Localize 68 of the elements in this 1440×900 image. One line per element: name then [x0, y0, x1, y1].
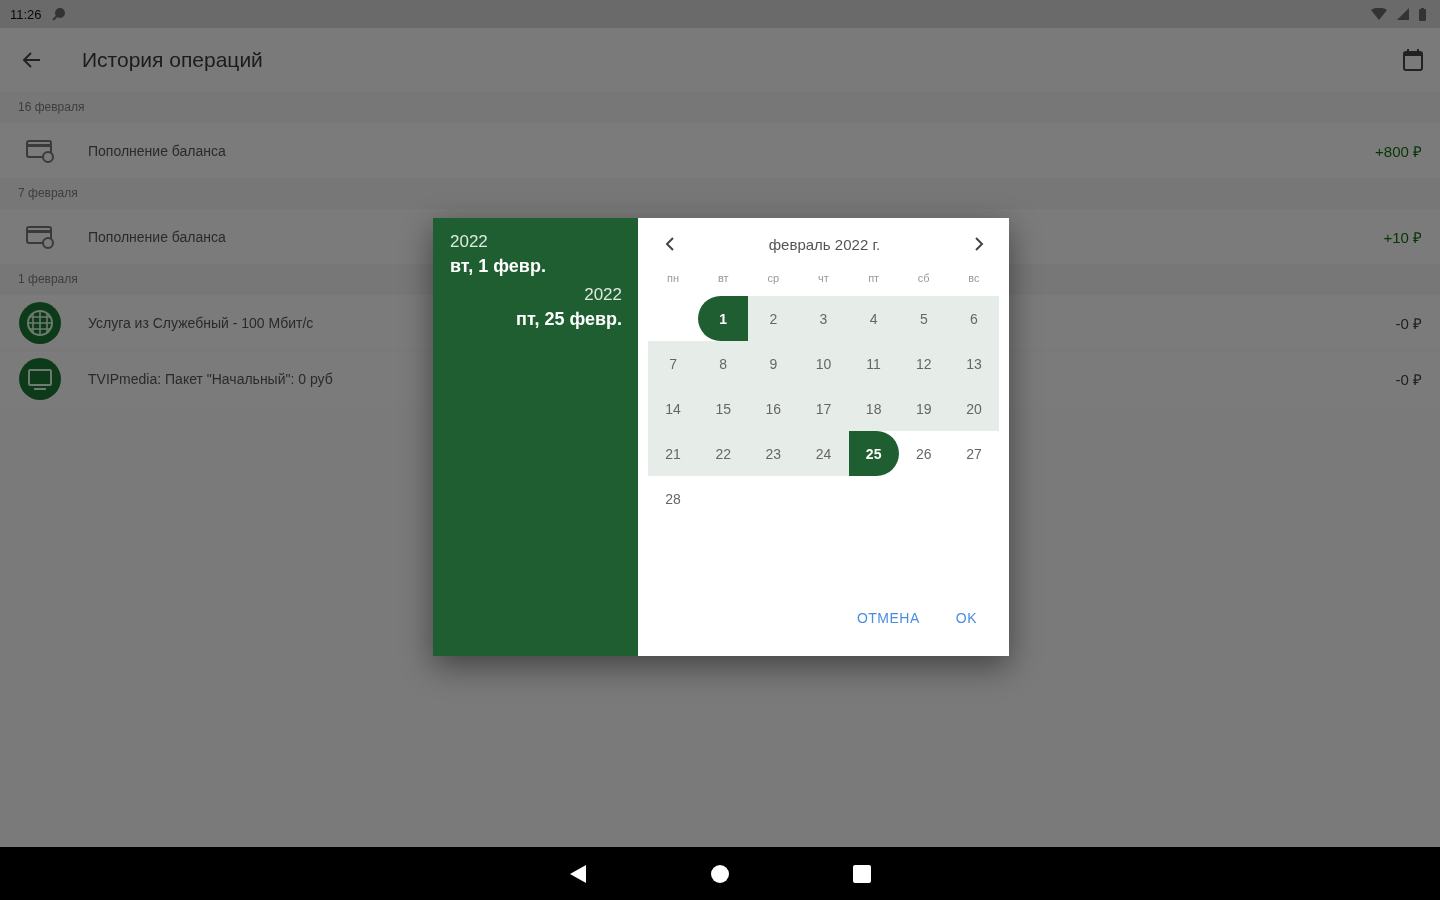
weekday-label: вт — [716, 272, 730, 284]
start-date: вт, 1 февр. — [450, 256, 547, 277]
operation-amount: +10 ₽ — [1383, 227, 1422, 247]
calendar-day[interactable]: 28 — [648, 476, 699, 521]
calendar-day[interactable]: 16 — [748, 386, 799, 431]
weekday-label: чт — [817, 272, 830, 284]
calendar-day[interactable]: 11 — [848, 341, 899, 386]
calendar-day[interactable]: 18 — [848, 386, 899, 431]
date-heading: 7 февраля — [18, 186, 78, 200]
calendar-day[interactable]: 22 — [698, 431, 749, 476]
calendar-day[interactable]: 21 — [648, 431, 699, 476]
calendar-day[interactable]: 1 — [698, 296, 749, 341]
operation-title: TVIPmedia: Пакет "Начальный": 0 руб — [88, 370, 333, 387]
operation-title: Пополнение баланса — [88, 228, 226, 245]
start-year: 2022 — [450, 232, 489, 252]
end-date: пт, 25 февр. — [516, 309, 622, 330]
calendar-button[interactable] — [1402, 48, 1424, 72]
dialog-button[interactable]: ОТМЕНА — [848, 604, 928, 632]
calendar-day[interactable]: 13 — [948, 341, 999, 386]
calendar-day[interactable]: 2 — [748, 296, 799, 341]
card-icon — [25, 137, 55, 164]
battery-icon — [1419, 7, 1426, 21]
weekday-label: пн — [666, 272, 681, 284]
month-title: февраль 2022 г. — [768, 235, 881, 253]
operation-amount: -0 ₽ — [1395, 313, 1422, 333]
operation-amount: -0 ₽ — [1395, 369, 1422, 389]
calendar-day[interactable]: 17 — [798, 386, 849, 431]
calendar-day[interactable]: 25 — [848, 431, 899, 476]
globe-icon — [19, 301, 61, 344]
home-nav-button[interactable] — [711, 864, 729, 883]
calendar-day[interactable]: 8 — [698, 341, 749, 386]
wifi-icon — [1371, 8, 1387, 20]
weekday-label: пт — [867, 272, 881, 284]
calendar-day[interactable]: 14 — [648, 386, 699, 431]
calendar-day[interactable]: 26 — [898, 431, 949, 476]
recents-nav-button[interactable] — [853, 864, 871, 883]
operation-amount: +800 ₽ — [1375, 141, 1422, 161]
weekday-label: сб — [916, 272, 931, 284]
calendar-day[interactable]: 7 — [648, 341, 699, 386]
calendar-day[interactable]: 24 — [798, 431, 849, 476]
back-nav-button[interactable] — [569, 863, 587, 884]
previous-month-button[interactable] — [664, 237, 676, 251]
calendar-day[interactable]: 27 — [948, 431, 999, 476]
calendar-day[interactable]: 3 — [798, 296, 849, 341]
screen-title: История операций — [82, 48, 264, 72]
calendar-day[interactable]: 6 — [948, 296, 999, 341]
date-heading: 16 февраля — [18, 100, 85, 114]
signal-icon — [1397, 8, 1409, 20]
calendar-day[interactable]: 12 — [898, 341, 949, 386]
calendar-day[interactable]: 10 — [798, 341, 849, 386]
calendar-day[interactable]: 4 — [848, 296, 899, 341]
calendar-day[interactable]: 23 — [748, 431, 799, 476]
calendar-day[interactable]: 9 — [748, 341, 799, 386]
calendar-day[interactable]: 20 — [948, 386, 999, 431]
calendar-day[interactable]: 19 — [898, 386, 949, 431]
status-time: 11:26 — [10, 6, 42, 22]
card-icon — [25, 223, 55, 250]
weekday-label: вс — [967, 272, 981, 284]
date-heading: 1 февраля — [18, 272, 78, 286]
next-month-button[interactable] — [973, 237, 985, 251]
notification-icon — [51, 7, 66, 21]
calendar-day[interactable]: 15 — [698, 386, 749, 431]
dialog-button[interactable]: OK — [947, 604, 985, 632]
operation-title: Услуга из Служебный - 100 Мбит/с — [88, 314, 314, 331]
calendar-day[interactable]: 5 — [898, 296, 949, 341]
tv-icon — [19, 357, 61, 400]
operation-title: Пополнение баланса — [88, 142, 226, 159]
weekday-label: ср — [766, 272, 781, 284]
